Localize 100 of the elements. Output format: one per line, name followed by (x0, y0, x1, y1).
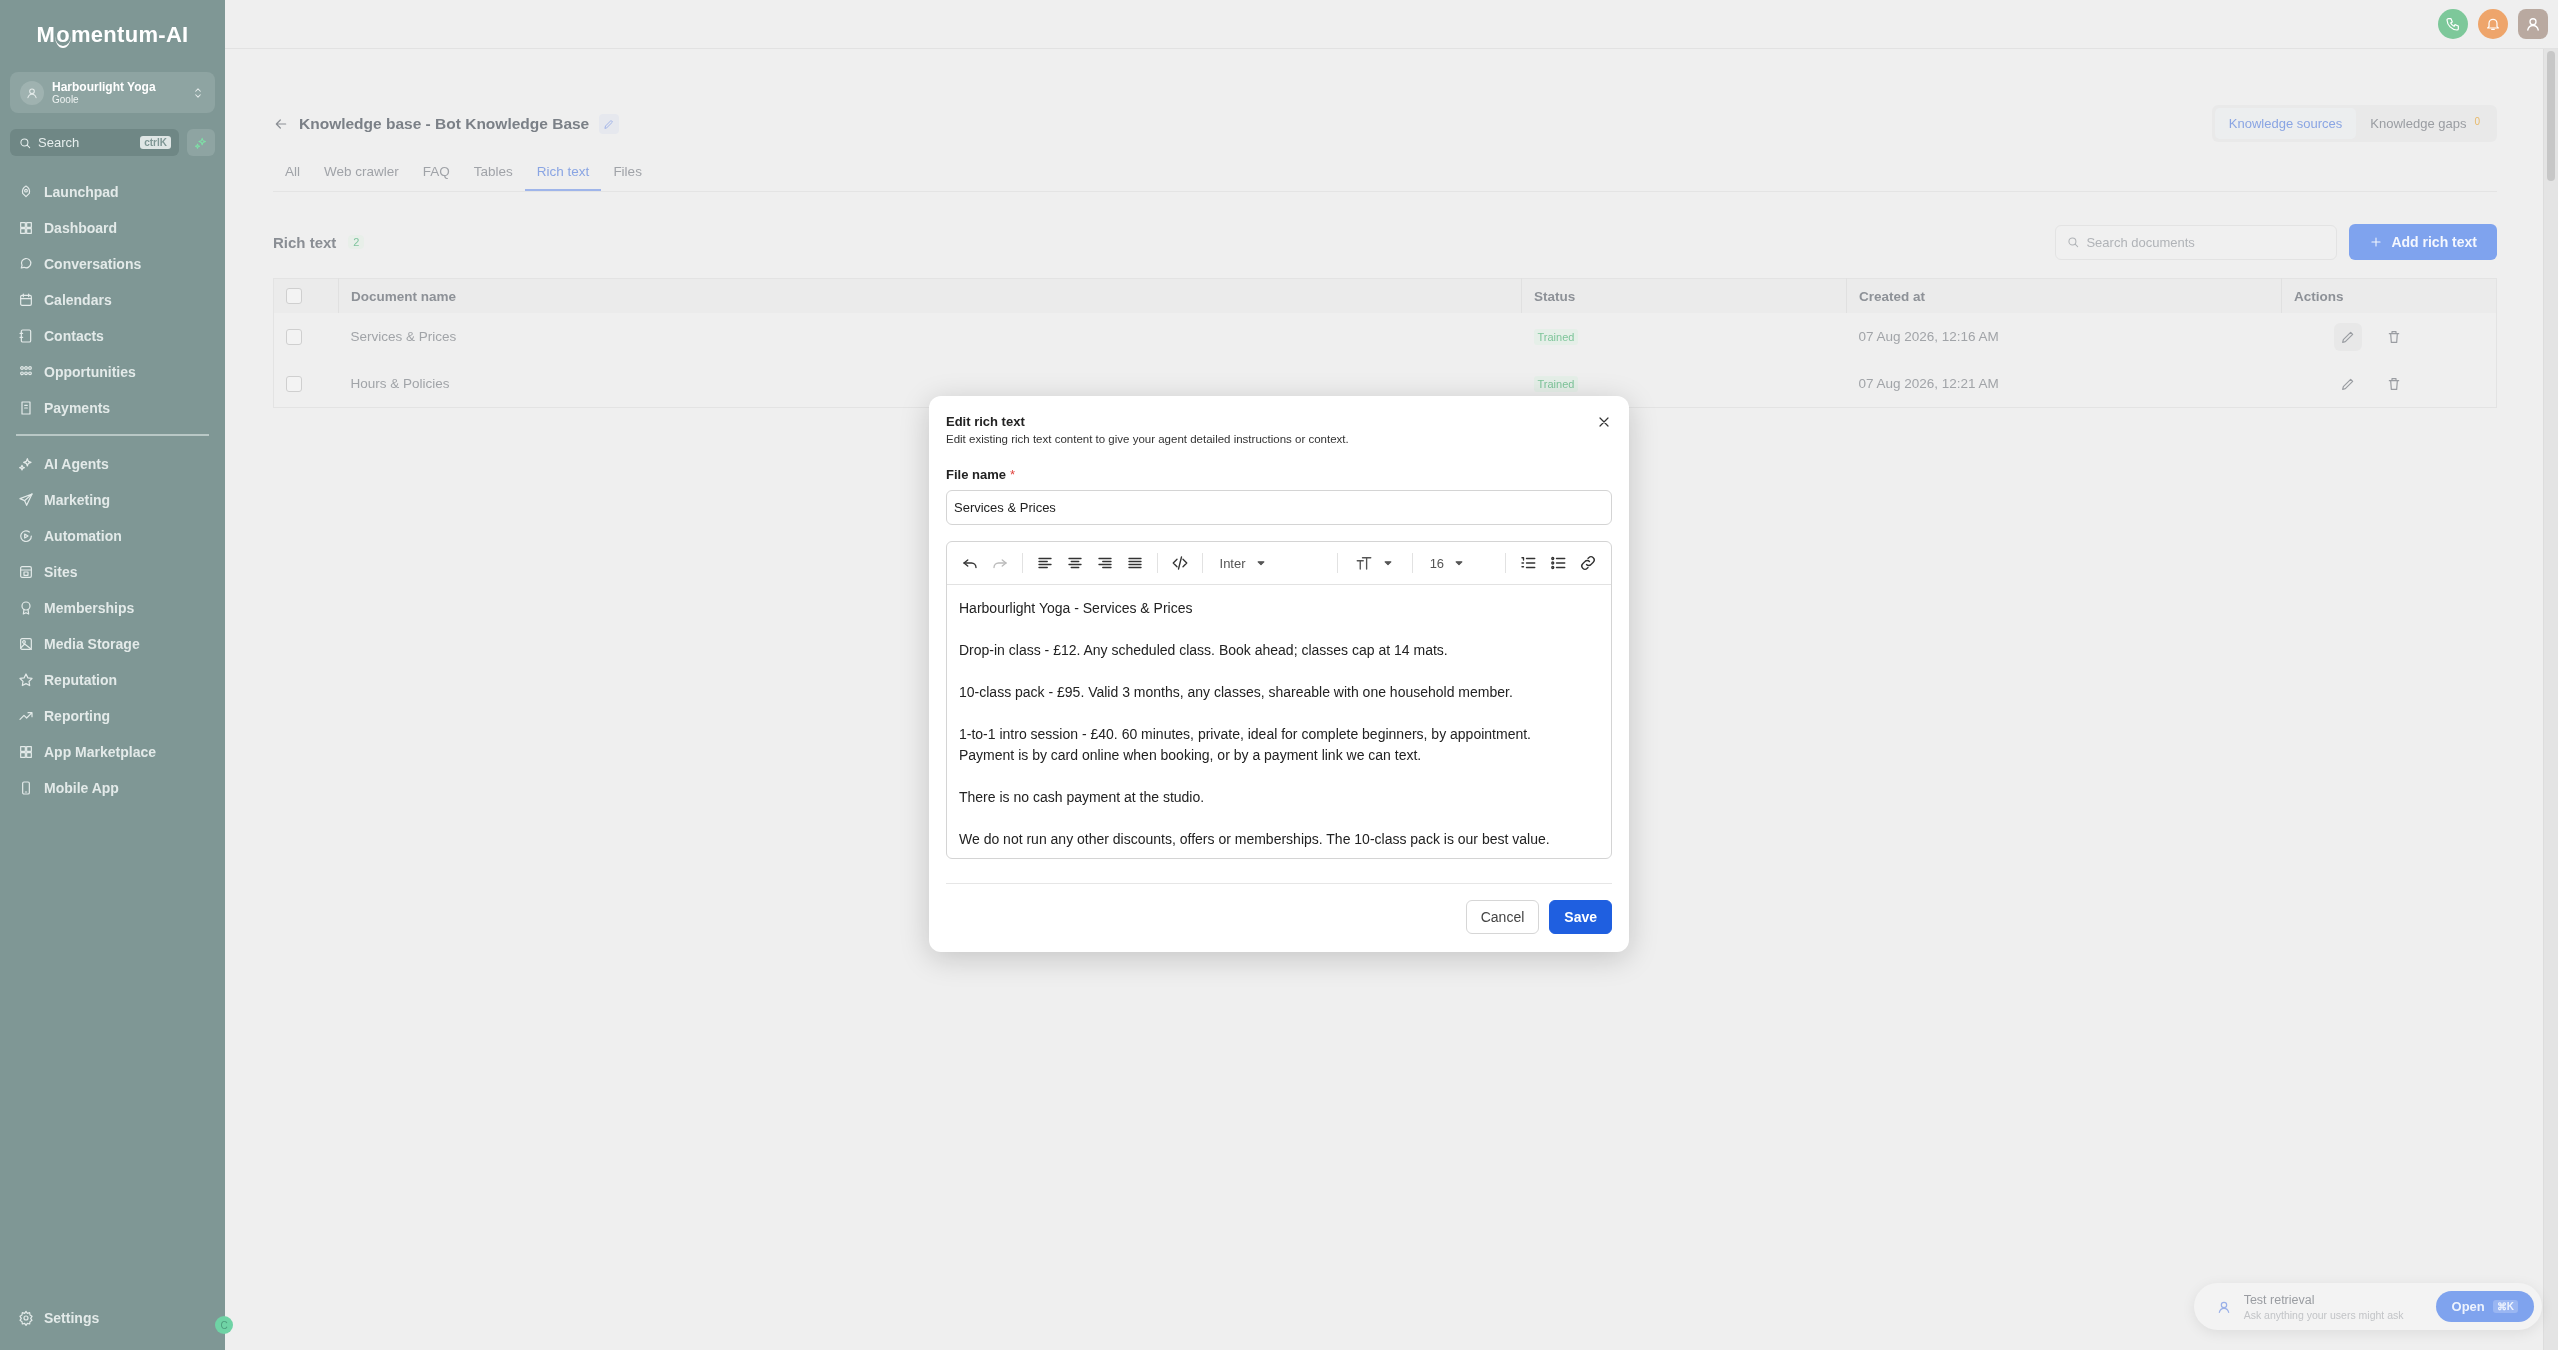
editor-text-line: 1-to-1 intro session - £40. 60 minutes, private, ideal for complete beginners, by appointment. (959, 725, 1532, 744)
image-icon (18, 636, 34, 652)
sidebar-item[interactable]: Marketing (10, 482, 215, 518)
award-icon (18, 600, 34, 616)
settings-icon (18, 1310, 34, 1326)
plus-icon (2369, 235, 2384, 249)
view-toggle-tab[interactable]: Knowledge sources (2214, 108, 2357, 139)
source-tab[interactable]: Web crawler (312, 156, 411, 191)
sidebar-item[interactable]: Settings (10, 1300, 215, 1336)
account-name: Harbourlight Yoga (52, 80, 157, 94)
editor-text-line: We do not run any other discounts, offers or memberships. The 10-class pack is our best value. (959, 830, 1551, 849)
user-avatar[interactable] (2518, 9, 2548, 39)
notifications-button[interactable] (2478, 9, 2508, 39)
search-field[interactable]: Search ctrlK (10, 129, 179, 156)
sparkle-icon (194, 135, 208, 150)
save-button[interactable]: Save (1549, 900, 1612, 934)
sidebar-item[interactable]: Media Storage (10, 626, 215, 662)
ai-button[interactable] (187, 129, 215, 156)
dialog-subtitle: Edit existing rich text content to give your agent detailed instructions or context. (946, 433, 1349, 445)
bullet-list-icon (1549, 554, 1568, 572)
column-header: Status (1521, 278, 1847, 313)
column-header: Document name (338, 278, 1522, 313)
column-header: Actions (2281, 278, 2497, 313)
chat-bubble-icon (18, 256, 34, 272)
editor-text-line: There is no cash payment at the studio. (959, 788, 1206, 807)
apps-grid-icon (18, 744, 34, 760)
required-mark: * (1009, 467, 1016, 482)
search-icon (18, 135, 32, 150)
status-badge: Trained (1533, 329, 1579, 345)
sidebar-item[interactable]: AI Agents (10, 446, 215, 482)
sidebar-item[interactable]: Dashboard (10, 210, 215, 246)
sidebar-item[interactable]: Automation (10, 518, 215, 554)
sidebar-item[interactable]: Memberships (10, 590, 215, 626)
document-count: 2 (348, 235, 365, 249)
column-header: Created at (1846, 278, 2282, 313)
sidebar-item[interactable]: Calendars (10, 282, 215, 318)
checkbox[interactable] (286, 375, 302, 392)
add-rich-text-button[interactable]: Add rich text (2349, 224, 2497, 260)
source-tab[interactable]: All (273, 156, 312, 191)
sidebar-item[interactable]: Contacts (10, 318, 215, 354)
search-field[interactable]: Search documents (2055, 224, 2338, 260)
calendar-icon (18, 292, 34, 308)
source-tab[interactable]: Files (601, 156, 654, 191)
scrollbar-thumb[interactable] (2547, 51, 2555, 181)
sidebar-item[interactable]: Reporting (10, 698, 215, 734)
widget-title: Test retrieval (2243, 1292, 2316, 1307)
contact-book-icon (18, 328, 34, 344)
created-date: 07 Aug 2026, 12:16 AM (1858, 329, 1999, 344)
search-icon (2066, 235, 2081, 249)
gap-count: 0 (2474, 116, 2480, 129)
section-title: Rich text (273, 233, 337, 251)
shortcut-hint: ctrlK (140, 136, 171, 149)
edit-button[interactable] (2333, 322, 2362, 351)
sidebar-item[interactable]: Mobile App (10, 770, 215, 806)
checkbox[interactable] (286, 288, 302, 305)
pencil-icon (603, 117, 616, 130)
field-label: File name (946, 467, 1006, 482)
website-icon (18, 564, 34, 580)
dashboard-icon (18, 220, 34, 236)
source-tab[interactable]: Rich text (524, 156, 602, 191)
sidebar-item[interactable]: Launchpad (10, 174, 215, 210)
star-icon (18, 672, 34, 688)
edit-title-button[interactable] (599, 113, 620, 134)
source-tab[interactable]: Tables (461, 156, 525, 191)
checkbox[interactable] (286, 328, 302, 345)
sidebar-item[interactable]: Reputation (10, 662, 215, 698)
link-icon (1579, 554, 1598, 572)
page-title: Knowledge base - Bot Knowledge Base (299, 114, 590, 133)
editor-text-line: 10-class pack - £95. Valid 3 months, any classes, shareable with one household member. (959, 683, 1514, 702)
created-date: 07 Aug 2026, 12:21 AM (1858, 376, 1999, 391)
account-location: Goole (52, 94, 80, 105)
cancel-button[interactable]: Cancel (1465, 900, 1540, 934)
sidebar-item[interactable]: Payments (10, 390, 215, 426)
open-button[interactable]: Open ⌘K (2435, 1291, 2534, 1322)
shortcut-hint: ⌘K (2492, 1300, 2518, 1313)
paper-plane-icon (18, 492, 34, 508)
editor-text-line: Drop-in class - £12. Any scheduled class. Book ahead; classes cap at 14 mats. (959, 641, 1449, 660)
account-switcher[interactable]: Harbourlight Yoga Goole (10, 72, 215, 113)
user-icon (25, 85, 39, 100)
person-icon (2524, 15, 2542, 33)
text-size-icon (1354, 554, 1373, 572)
view-toggle-tab[interactable]: Knowledge gaps 0 (2356, 108, 2494, 139)
editor-text-line: Harbourlight Yoga - Services & Prices (959, 599, 1194, 618)
sidebar-item[interactable]: Sites (10, 554, 215, 590)
app-logo: Momentum-AI (35, 22, 190, 48)
sidebar-item[interactable]: Opportunities (10, 354, 215, 390)
font-dropdown[interactable]: Inter (1213, 555, 1326, 571)
document-name: Hours & Policies (350, 376, 450, 391)
rich-text-editor[interactable] (946, 541, 1612, 859)
sparkle-icon (18, 456, 34, 472)
sidebar-item[interactable]: Conversations (10, 246, 215, 282)
source-tab[interactable]: FAQ (410, 156, 462, 191)
phone-button[interactable] (2438, 9, 2468, 39)
document-name: Services & Prices (350, 329, 457, 344)
receipt-icon (18, 400, 34, 416)
play-circle-icon (18, 528, 34, 544)
sidebar-item[interactable]: App Marketplace (10, 734, 215, 770)
phone-icon (2445, 16, 2461, 32)
font-size-dropdown[interactable]: 16 (1423, 555, 1495, 571)
file-name-field[interactable]: Services & Prices (946, 490, 1612, 525)
